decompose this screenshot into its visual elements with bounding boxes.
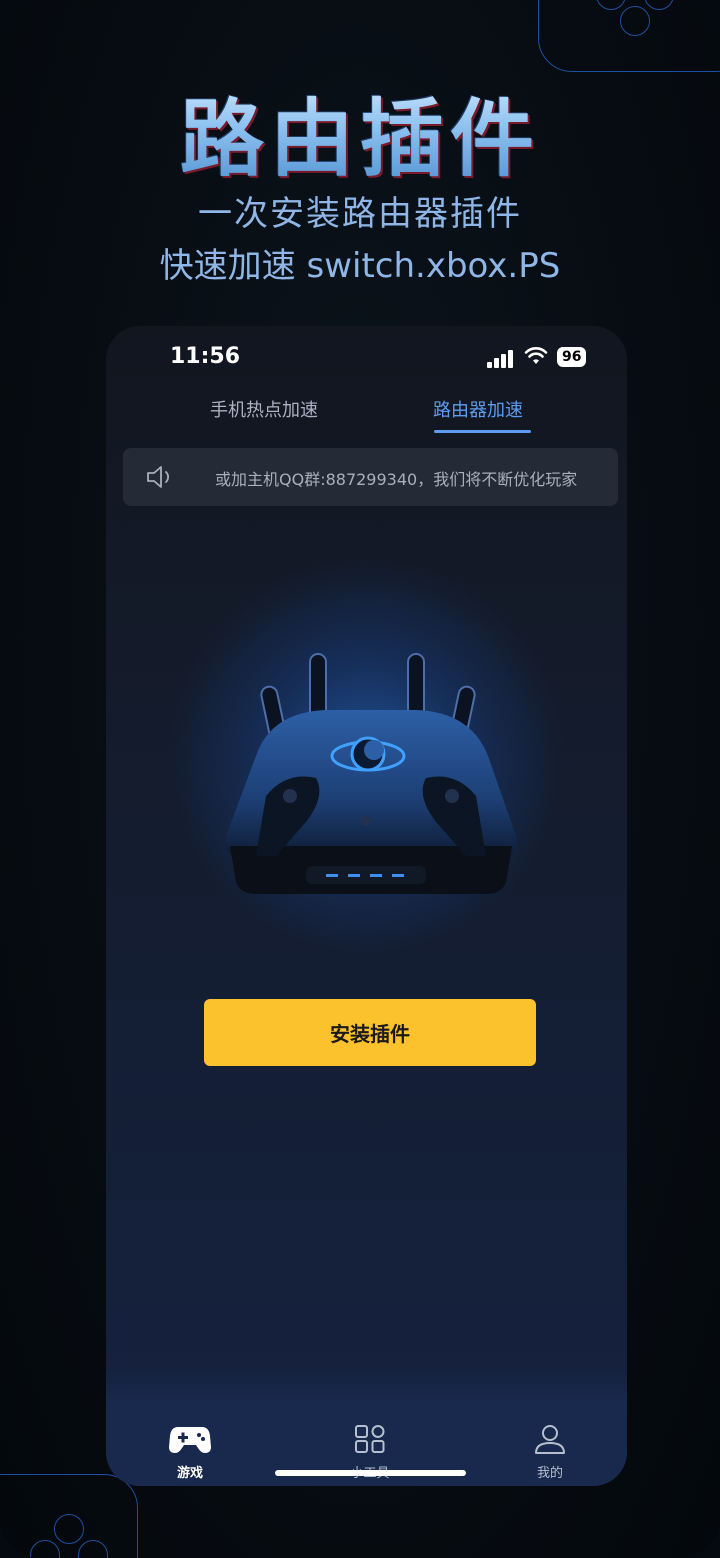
tab-hotspot-accel[interactable]: 手机热点加速 <box>210 396 318 422</box>
router-illustration <box>225 653 517 894</box>
status-time: 11:56 <box>170 344 241 369</box>
home-indicator[interactable] <box>275 1470 466 1476</box>
hero-title: 路由插件 <box>0 72 720 193</box>
bottom-nav: 游戏 小工具 我的 <box>106 1368 627 1486</box>
deco-ring <box>620 6 650 36</box>
nav-label-mine: 我的 <box>536 1466 563 1481</box>
notice-text: 或加主机QQ群:887299340，我们将不断优化玩家 <box>215 470 578 489</box>
tab-active-underline <box>434 430 531 433</box>
nav-label-games: 游戏 <box>176 1466 203 1481</box>
hero-subtitle-1: 一次安装路由器插件 <box>198 194 522 234</box>
gamepad-icon <box>169 1427 211 1453</box>
phone-mockup: 11:56 96 手机热点加速 路由器加速 或加主机QQ群:887299340，… <box>106 326 627 1486</box>
grid-icon <box>355 1425 385 1453</box>
status-bar: 11:56 96 <box>106 344 627 374</box>
hero-subtitle-2: 快速加速 switch.xbox.PS <box>159 246 561 286</box>
wifi-icon <box>524 347 548 364</box>
tab-bar: 手机热点加速 路由器加速 <box>106 396 627 436</box>
nav-item-games[interactable]: 游戏 <box>150 1424 230 1481</box>
signal-icon <box>487 350 515 368</box>
tab-router-accel[interactable]: 路由器加速 <box>433 396 523 422</box>
deco-ring <box>54 1514 84 1544</box>
notice-banner[interactable]: 或加主机QQ群:887299340，我们将不断优化玩家 <box>123 448 618 506</box>
promo-page: 路由插件 一次安装路由器插件 快速加速 switch.xbox.PS 11:56… <box>0 0 720 1558</box>
battery-indicator: 96 <box>557 347 587 367</box>
nav-item-mine[interactable]: 我的 <box>510 1424 590 1481</box>
install-plugin-button[interactable]: 安装插件 <box>204 999 536 1066</box>
speaker-icon <box>147 466 169 488</box>
user-icon <box>535 1425 565 1454</box>
